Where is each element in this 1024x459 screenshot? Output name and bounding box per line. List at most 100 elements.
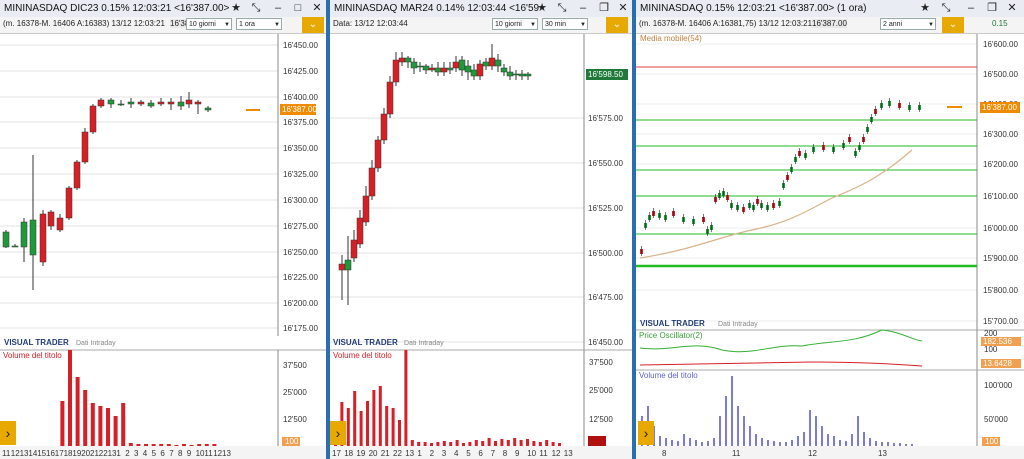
candle-body (368, 167, 376, 197)
volume-bar (75, 377, 80, 446)
candle-body (434, 67, 442, 73)
volume-label: Volume del titolo (639, 371, 698, 380)
x-tick-label: 21 (381, 449, 390, 458)
moving-average-line (639, 149, 913, 259)
candle-body (524, 73, 532, 77)
x-tick-label: 8 (178, 449, 183, 458)
x-tick-label: 4 (454, 449, 459, 458)
price-tick-label: 16'575.00 (588, 114, 623, 123)
volume-tick-label: 50'000 (984, 415, 1008, 424)
volume-bar (404, 350, 408, 446)
brand-sub-label: Dati Intraday (76, 340, 116, 347)
candle-body (344, 259, 352, 271)
volume-bar (659, 436, 661, 446)
price-tick-label: 16'600.00 (983, 40, 1018, 49)
chart-area[interactable]: Media mobile(54)16'600.0016'500.0016'400… (632, 0, 1024, 459)
volume-bar (346, 408, 350, 446)
x-tick-label: 1 (116, 449, 121, 458)
volume-bar (731, 376, 733, 446)
volume-bar (500, 439, 504, 446)
volume-bar (417, 442, 421, 446)
chart-window-mar24[interactable]: MININASDAQ MAR24 0.14% 12:03:44 <16'59 ★… (326, 0, 632, 459)
x-tick-label: 10 (527, 449, 536, 458)
price-tick-label: 16'500.00 (588, 249, 623, 258)
candle-body (374, 139, 382, 169)
candle-body (137, 101, 145, 105)
volume-bar (749, 426, 751, 446)
x-tick-label: 3 (134, 449, 139, 458)
volume-bar (481, 441, 485, 446)
candle-body (47, 211, 55, 227)
candle-body (157, 101, 165, 105)
chart-window-dic23[interactable]: MININASDAQ DIC23 0.15% 12:03:21 <16'387.… (0, 0, 326, 459)
volume-bar (436, 442, 440, 446)
volume-tick-label: 100'000 (984, 381, 1013, 390)
x-tick-label: 2 (430, 449, 435, 458)
volume-bar (106, 408, 110, 446)
price-tick-label: 16'500.00 (983, 70, 1018, 79)
x-tick-label: 9 (515, 449, 520, 458)
x-tick-label: 8 (503, 449, 508, 458)
volume-bar (113, 416, 118, 446)
candle-body (422, 65, 430, 71)
volume-bar (905, 444, 907, 446)
candle-body (380, 113, 388, 141)
volume-bar (827, 434, 829, 446)
candle-body (117, 103, 125, 106)
candle-body (97, 99, 105, 107)
volume-bar (845, 441, 847, 446)
volume-bar (166, 444, 171, 446)
volume-bar (189, 445, 194, 446)
chart-area[interactable]: 16'450.00 16'425.00 16'400.00 16'375.00 16'3… (0, 0, 326, 459)
candle-body (440, 67, 448, 73)
scroll-arrow-icon[interactable]: › (638, 421, 654, 445)
volume-bar (513, 438, 517, 446)
x-tick-label: 18 (344, 449, 353, 458)
price-tick-label: 16'525.00 (588, 204, 623, 213)
volume-bar (743, 416, 745, 446)
brand-label: VISUAL TRADER (4, 338, 69, 347)
volume-bar (98, 406, 103, 446)
volume-bar (803, 432, 805, 446)
x-tick-label: 7 (169, 449, 174, 458)
scroll-arrow-icon[interactable]: › (330, 421, 346, 445)
brand-sub-label: Dati Intraday (404, 340, 444, 347)
volume-bar (719, 416, 721, 446)
candle-body (65, 187, 73, 219)
candle-body (73, 161, 81, 189)
x-tick-label: 4 (143, 449, 148, 458)
volume-bar (385, 406, 389, 446)
candle-body (518, 73, 526, 77)
volume-bar (665, 438, 667, 446)
candle-body (470, 69, 478, 77)
price-tick-label: 16'100.00 (983, 192, 1018, 201)
volume-bar (121, 403, 126, 446)
candle-body (56, 217, 64, 231)
candle-body (29, 219, 37, 256)
volume-bar (809, 410, 811, 446)
volume-bar (532, 441, 536, 446)
volume-tick-label: 12'500 (283, 415, 307, 424)
volume-bar (423, 442, 427, 446)
x-tick-label: 19 (356, 449, 365, 458)
volume-bar (468, 442, 472, 446)
x-tick-label: 5 (152, 449, 157, 458)
volume-label: Volume del titolo (3, 351, 62, 360)
price-tick-label: 16'275.00 (283, 222, 318, 231)
x-tick-label: 3 (442, 449, 447, 458)
x-axis-bg (636, 446, 1024, 459)
volume-bar (755, 434, 757, 446)
volume-bar (899, 443, 901, 446)
price-tick-label: 16'000.00 (983, 224, 1018, 233)
volume-bar (713, 438, 715, 446)
price-tick-label: 16'250.00 (283, 248, 318, 257)
x-tick-label: 7 (491, 449, 496, 458)
x-tick-label: 11 (204, 449, 213, 458)
chart-window-nasdaq[interactable]: MININASDAQ 0.15% 12:03:21 <16'387.00> (1… (632, 0, 1024, 459)
x-tick-label: 6 (478, 449, 483, 458)
scroll-arrow-icon[interactable]: › (0, 421, 16, 445)
volume-bar (487, 438, 491, 446)
price-tick-label: 16'300.00 (283, 196, 318, 205)
chart-area[interactable]: 16'575.00 16'550.00 16'525.00 16'500.00 16'4… (326, 0, 632, 459)
volume-bar (494, 441, 497, 446)
